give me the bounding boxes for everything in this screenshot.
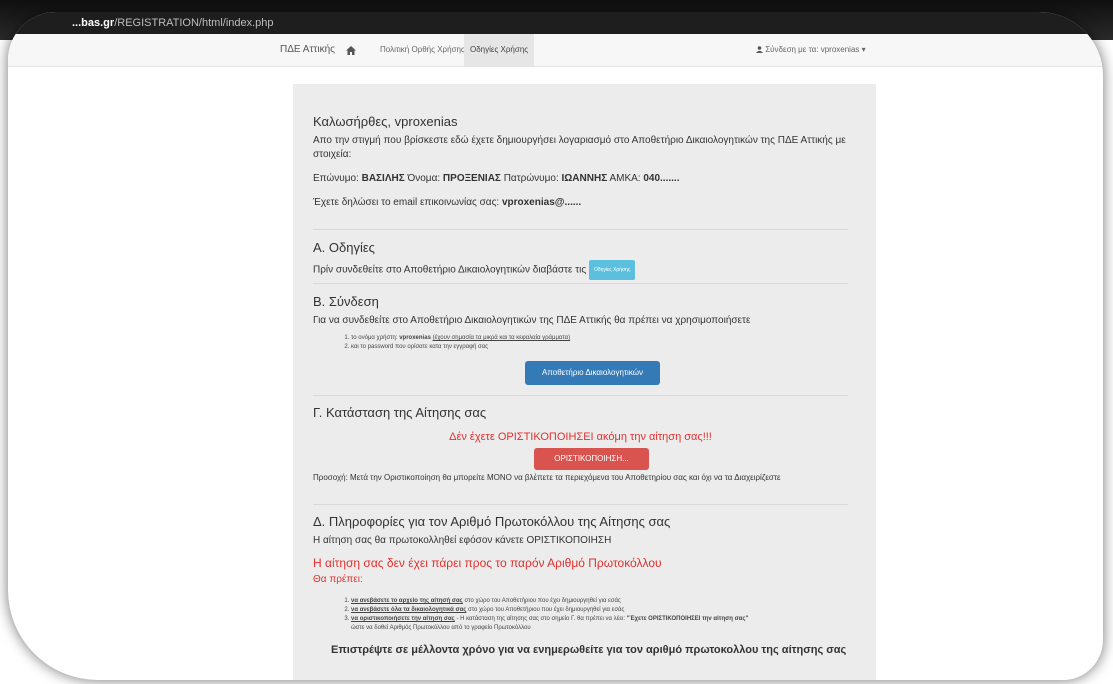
finalize-button[interactable]: ΟΡΙΣΤΙΚΟΠΟΙΗΣΗ... (534, 448, 649, 470)
guide-button[interactable]: Οδηγίες Χρήσης (588, 260, 636, 280)
section-a-title: Α. Οδηγίες (313, 240, 375, 255)
user-menu-label: Σύνδεση με τα: vproxenias (765, 45, 860, 54)
must-label: Θα πρέπει: (313, 574, 363, 585)
section-b-text: Για να συνδεθείτε στο Αποθετήριο Δικαιολ… (313, 315, 751, 326)
nav-item-policy[interactable]: Πολιτική Ορθής Χρήσης (374, 34, 471, 66)
step3-rest: - Η κατάσταση της αίτησης σας στο σημείο… (456, 616, 626, 622)
return-later-note: Επιστρέψτε σε μέλλοντα χρόνο για να ενημ… (331, 644, 847, 656)
divider (313, 395, 848, 396)
url-path: /REGISTRATION/html/index.php (114, 17, 274, 29)
step3-quote: "Έχετε ΟΡΙΣΤΙΚΟΠΟΙΗΣΕΙ την αίτηση σας" (626, 616, 749, 622)
top-navbar: ΠΔΕ Αττικής Πολιτική Ορθής Χρήσης Οδηγίε… (8, 34, 1103, 67)
name-value: ΠΡΟΞΕΝΙΑΣ (442, 173, 501, 184)
no-protocol-alert: Η αίτηση σας δεν έχει πάρει προς το παρό… (313, 556, 662, 570)
section-b: Β. Σύνδεση Για να συνδεθείτε στο Αποθετή… (313, 294, 848, 352)
step3-bold: να οριστικοποιήσετε την αίτηση σας (351, 616, 455, 622)
divider (313, 283, 848, 284)
browser-address-bar[interactable]: ...bas.gr/REGISTRATION/html/index.php (8, 12, 1103, 34)
section-d-text: Η αίτηση σας θα πρωτοκολληθεί εφόσον κάν… (313, 535, 612, 546)
list-item: να ανεβάσετε όλα τα δικαιολογητικά σας σ… (351, 606, 848, 615)
case-sensitive-note: (έχουν σημασία τα μικρά και τα κεφαλαία … (432, 335, 571, 341)
list-item: το ονόμα χρήστη: vproxenias (έχουν σημασ… (351, 334, 848, 343)
user-menu[interactable]: Σύνδεση με τα: vproxenias ▾ (756, 34, 866, 66)
section-a-text-line: Πρίν συνδεθείτε στο Αποθετήριο Δικαιολογ… (313, 260, 848, 280)
email-label: Έχετε δηλώσει το email επικοινωνίας σας: (313, 197, 500, 208)
step1-rest: στο χώρο του Αποθετήριου που έχει δημιου… (464, 598, 621, 604)
list-item: και το password που ορίσατε κατα την εγγ… (351, 343, 848, 352)
finalize-note: Προσοχή: Μετά την Οριστικοποίηση θα μπορ… (313, 473, 781, 482)
home-icon[interactable] (346, 34, 356, 66)
step2-bold: να ανεβάσετε όλα τα δικαιολογητικά σας (351, 607, 467, 613)
section-b-title: Β. Σύνδεση (313, 294, 379, 309)
user-details: Επώνυμο: ΒΑΣΙΛΗΣ Όνομα: ΠΡΟΞΕΝΙΑΣ Πατρών… (313, 172, 848, 186)
repository-button[interactable]: Αποθετήριο Δικαιολογητικών (525, 361, 660, 385)
url-domain: ...bas.gr (72, 17, 115, 29)
divider (313, 229, 848, 230)
surname-label: Επώνυμο: (313, 173, 359, 184)
caret-down-icon: ▾ (861, 45, 866, 54)
name-label: Όνομα: (407, 173, 441, 184)
section-a: Α. Οδηγίες Πρίν συνδεθείτε στο Αποθετήρι… (313, 240, 848, 280)
not-finalized-alert: Δέν έχετε ΟΡΙΣΤΙΚΟΠΟΙΗΣΕΙ ακόμη την αίτη… (449, 431, 712, 443)
screenshot-frame: ...bas.gr/REGISTRATION/html/index.php ΠΔ… (8, 12, 1103, 680)
amka-value: 040....... (643, 173, 680, 184)
email-value: vproxenias@...... (501, 197, 582, 208)
section-d-title: Δ. Πληροφορίες για τον Αριθμό Πρωτοκόλλο… (313, 514, 671, 529)
steps-list: να ανεβάσετε το αρχείο της αίτησή σας στ… (313, 597, 848, 633)
user-icon (756, 45, 763, 54)
step1-bold: να ανεβάσετε το αρχείο της αίτησή σας (351, 598, 463, 604)
email-line: Έχετε δηλώσει το email επικοινωνίας σας:… (313, 196, 848, 210)
username-prefix: το ονόμα χρήστη: (351, 335, 398, 341)
step2-rest: στο χώρο του Αποθετήριου που έχει δημιου… (468, 607, 625, 613)
welcome-title: Καλωσήρθες, vproxenias (313, 114, 458, 129)
amka-label: ΑΜΚΑ: (609, 173, 641, 184)
list-item: να οριστικοποιήσετε την αίτηση σας - Η κ… (351, 615, 848, 633)
list-item: να ανεβάσετε το αρχείο της αίτησή σας στ… (351, 597, 848, 606)
section-a-text: Πρίν συνδεθείτε στο Αποθετήριο Δικαιολογ… (313, 264, 587, 276)
father-label: Πατρώνυμο: (503, 173, 559, 184)
surname-value: ΒΑΣΙΛΗΣ (361, 173, 405, 184)
step3-end: ώστε να δοθεί Αριθμός Πρωτοκόλλου από το… (351, 625, 531, 631)
welcome-intro: Απο την στιγμή που βρίσκεστε εδώ έχετε δ… (313, 135, 846, 160)
father-value: ΙΩΑΝΝΗΣ (561, 173, 608, 184)
section-d: Δ. Πληροφορίες για τον Αριθμό Πρωτοκόλλο… (313, 514, 848, 658)
section-c: Γ. Κατάσταση της Αίτησης σας Δέν έχετε Ο… (313, 405, 848, 444)
welcome-section: Καλωσήρθες, vproxenias Απο την στιγμή πο… (313, 114, 848, 210)
section-c-title: Γ. Κατάσταση της Αίτησης σας (313, 405, 487, 420)
username-value: vproxenias (399, 335, 431, 341)
login-instructions-list: το ονόμα χρήστη: vproxenias (έχουν σημασ… (313, 334, 848, 352)
nav-brand[interactable]: ΠΔΕ Αττικής (280, 34, 335, 66)
main-panel: Καλωσήρθες, vproxenias Απο την στιγμή πο… (293, 84, 876, 680)
nav-item-guide[interactable]: Οδηγίες Χρήσης (464, 34, 535, 66)
divider (313, 504, 848, 505)
